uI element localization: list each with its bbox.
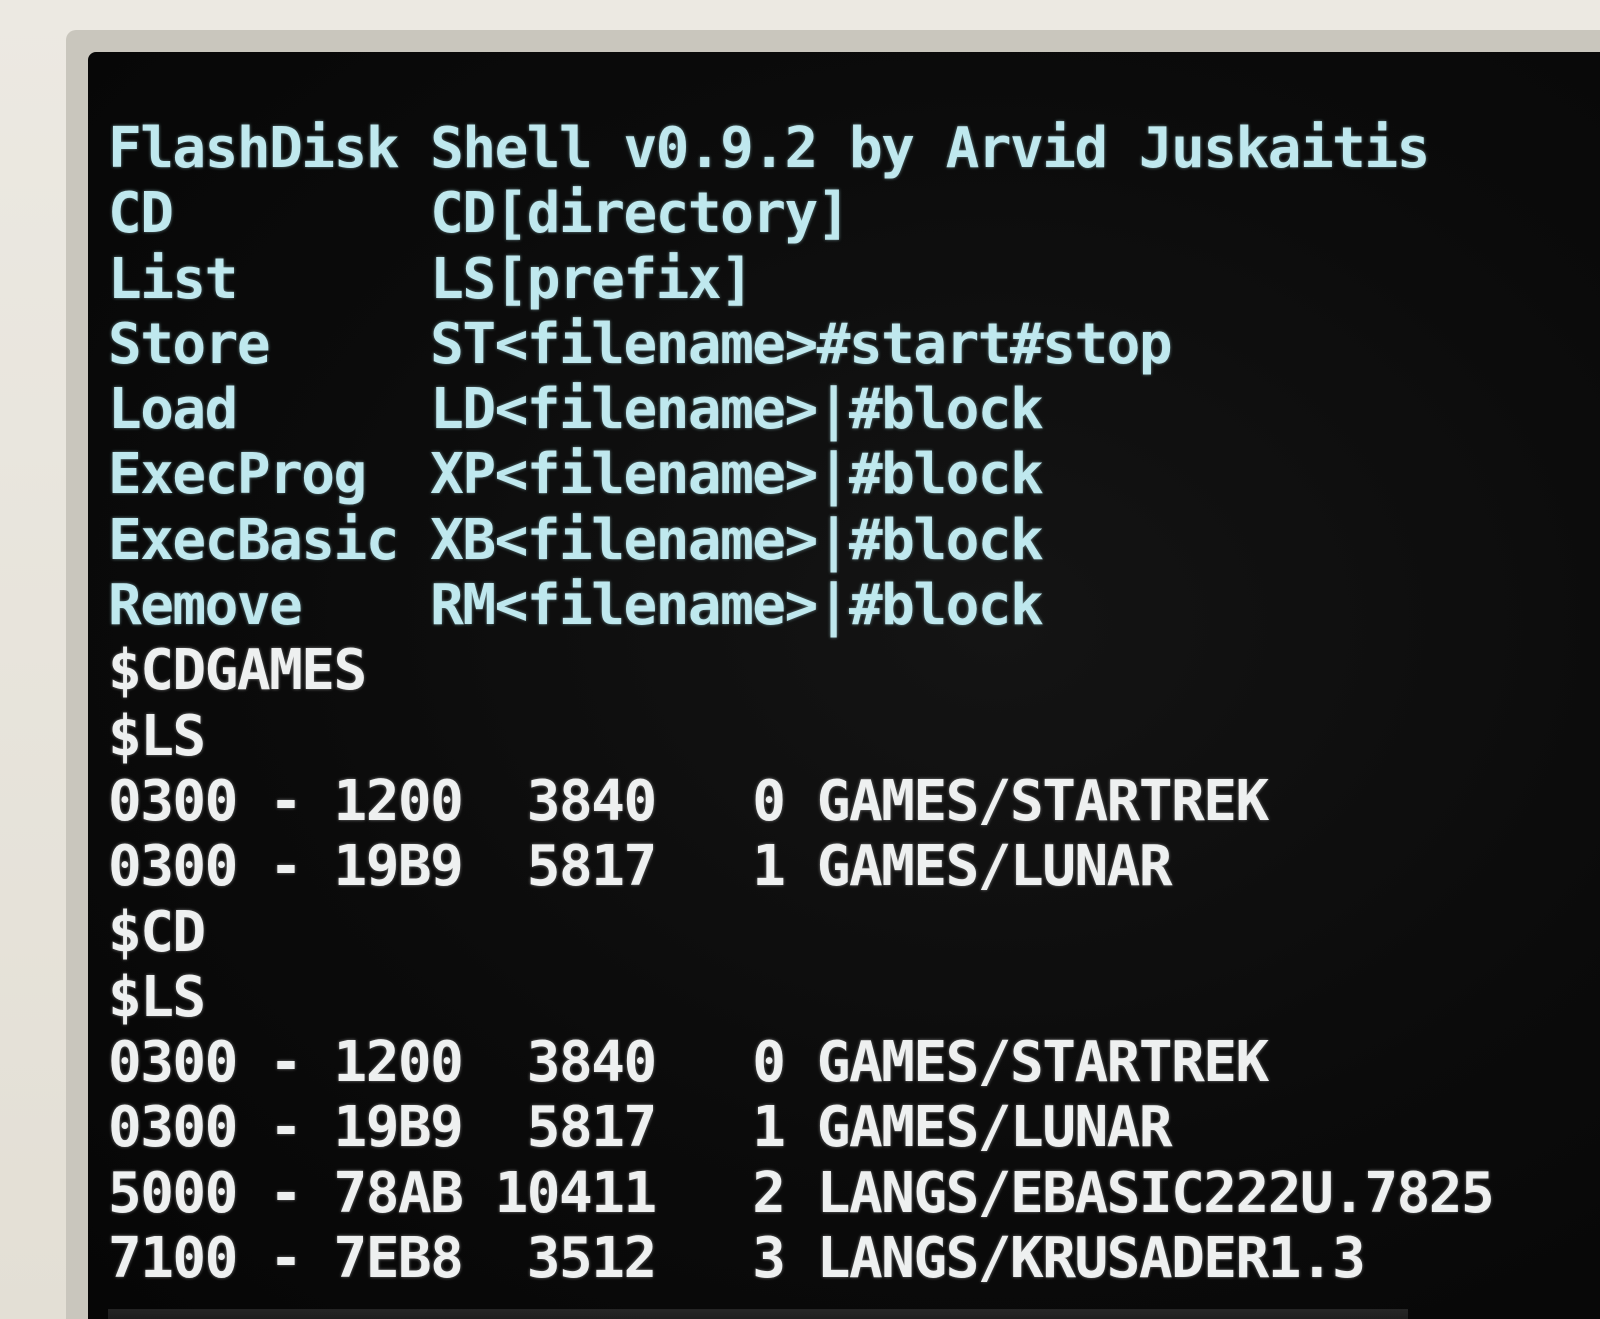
command-line: $LS bbox=[108, 703, 206, 769]
help-line-execprog: ExecProg XP<filename>|#block bbox=[108, 442, 1044, 508]
help-line-cd: CD CD[directory] bbox=[108, 181, 850, 247]
help-line-list: List LS[prefix] bbox=[108, 246, 754, 312]
help-line-execbasic: ExecBasic XB<filename>|#block bbox=[108, 507, 1044, 573]
listing-row: 0300 - 1200 3840 0 GAMES/STARTREK bbox=[108, 768, 1269, 834]
help-line-load: Load LD<filename>|#block bbox=[108, 377, 1044, 443]
partially-visible-next-row bbox=[108, 1309, 1408, 1319]
help-line-remove: Remove RM<filename>|#block bbox=[108, 573, 1044, 639]
listing-row: 7100 - 7EB8 3512 3 LANGS/KRUSADER1.3 bbox=[108, 1226, 1366, 1292]
shell-banner: FlashDisk Shell v0.9.2 by Arvid Juskaiti… bbox=[108, 116, 1430, 181]
terminal-output[interactable]: FlashDisk Shell v0.9.2 by Arvid Juskaiti… bbox=[108, 116, 1495, 1292]
listing-row: 0300 - 19B9 5817 1 GAMES/LUNAR bbox=[108, 1095, 1173, 1161]
crt-screen: FlashDisk Shell v0.9.2 by Arvid Juskaiti… bbox=[88, 52, 1600, 1319]
command-line: $LS bbox=[108, 964, 206, 1030]
listing-row: 0300 - 1200 3840 0 GAMES/STARTREK bbox=[108, 1030, 1269, 1096]
command-line: $CD bbox=[108, 899, 206, 965]
help-line-store: Store ST<filename>#start#stop bbox=[108, 311, 1173, 377]
listing-row: 0300 - 19B9 5817 1 GAMES/LUNAR bbox=[108, 834, 1173, 900]
listing-row: 5000 - 78AB 10411 2 LANGS/EBASIC222U.782… bbox=[108, 1160, 1495, 1226]
command-line: $CDGAMES bbox=[108, 638, 367, 704]
